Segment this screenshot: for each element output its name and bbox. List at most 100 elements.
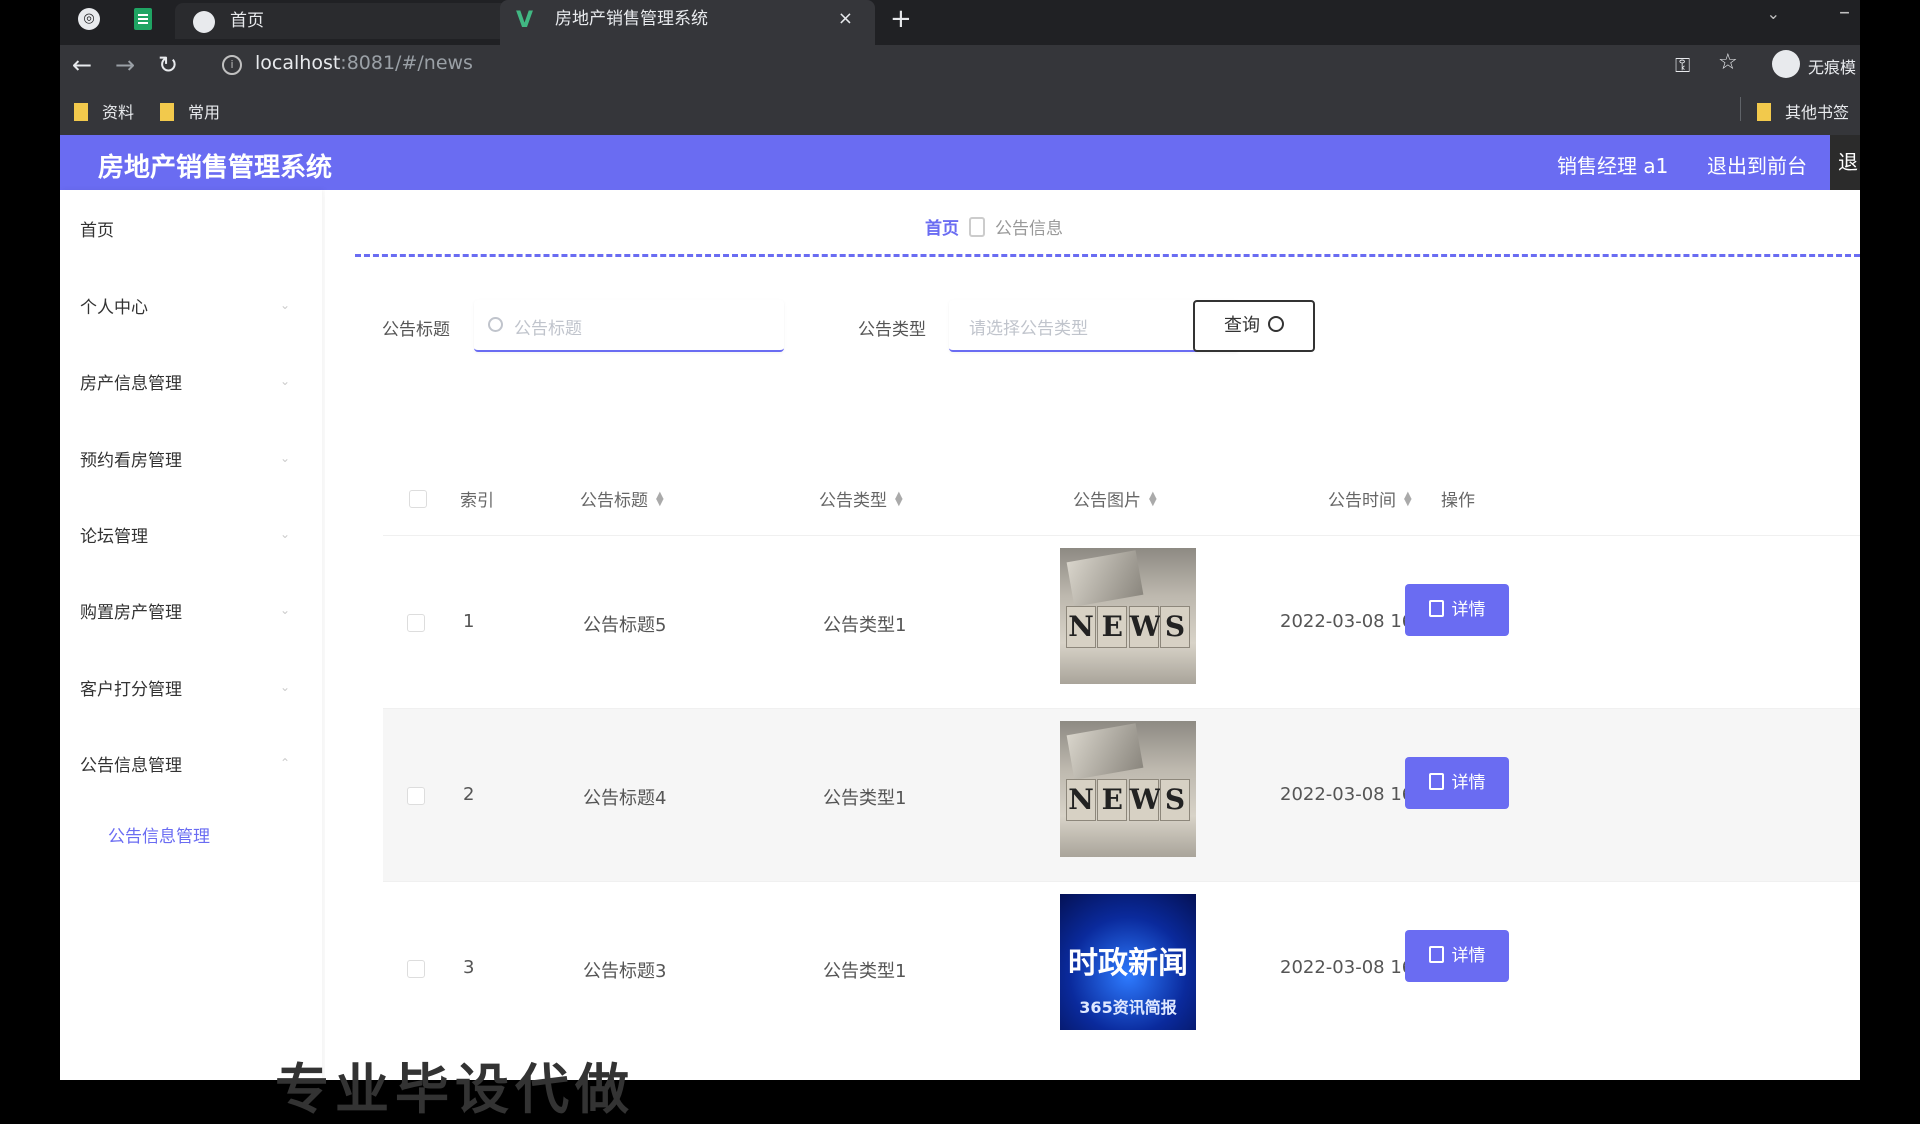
tab-strip: ◎ 首页 × V 房地产销售管理系统 × + ⌄ – [60,0,1860,45]
app-header: 房地产销售管理系统 销售经理 a1 退出到前台 退 [60,135,1860,190]
tab-search-icon[interactable]: ⌄ [1767,4,1780,23]
col-title[interactable]: 公告标题 ▲ ▼ [580,486,664,512]
col-type[interactable]: 公告类型 ▲ ▼ [819,486,903,512]
row-title: 公告标题4 [583,788,667,809]
select-all-checkbox[interactable] [409,490,427,508]
table-header: 索引 公告标题 ▲ ▼ 公告类型 ▲ ▼ 公告图片 ▲ ▼ 公告时间 ▲ ▼ 操作 [383,470,1860,525]
overlay-caption: 专业毕设代做 [275,1058,635,1121]
detail-button[interactable]: 详情 [1405,584,1509,636]
chevron-down-icon: ⌄ [280,298,291,312]
tab-title: 首页 [230,11,264,31]
address-bar[interactable]: i localhost:8081/#/news [210,49,1720,81]
col-time[interactable]: 公告时间 ▲ ▼ [1328,486,1412,512]
app-page: 房地产销售管理系统 销售经理 a1 退出到前台 退 首页 个人中心 ⌄ 房产信息… [60,135,1860,1080]
incognito-icon[interactable] [1772,50,1800,78]
sort-icon[interactable]: ▲ ▼ [1149,491,1157,508]
chevron-down-icon: ⌄ [280,374,291,388]
row-checkbox[interactable] [407,960,425,978]
globe-icon[interactable]: ◎ [78,8,100,30]
incognito-label: 无痕模 [1808,58,1857,77]
current-user: 销售经理 a1 [1557,154,1669,178]
row-title: 公告标题3 [583,961,667,982]
row-index: 3 [463,957,475,978]
table-row: 1 公告标题5 公告类型1 NEWS 2022-03-08 16:35:47 详… [383,535,1860,709]
url-text: localhost:8081/#/news [255,52,473,74]
title-search-input[interactable]: 公告标题 [474,300,784,352]
detail-button[interactable]: 详情 [1405,757,1509,809]
col-image[interactable]: 公告图片 ▲ ▼ [1073,486,1157,512]
bookmark-folder[interactable]: 常用 [160,99,220,123]
globe-icon [193,11,215,33]
col-index: 索引 [460,491,494,511]
bookmarks-bar: 资料 常用 其他书签 [60,85,1860,136]
breadcrumb: 首页 公告信息 [925,214,1063,239]
title-filter-label: 公告标题 [382,320,450,340]
folder-icon [74,103,88,121]
new-tab-button[interactable]: + [890,4,912,34]
row-title: 公告标题5 [583,615,667,636]
main-content: 首页公告信息 公告标题 公告标题 公告类型 请选择公告类型 ⌄ 查询 索引 公告… [325,190,1860,1080]
close-tab-icon[interactable]: × [838,0,853,38]
sidebar-subitem-notice[interactable]: 公告信息管理 [108,822,210,847]
bookmark-star-icon[interactable]: ☆ [1718,50,1738,75]
tab-home[interactable]: 首页 × [175,3,540,39]
query-button[interactable]: 查询 [1193,300,1315,352]
sidebar-item-home[interactable]: 首页 [80,216,114,241]
folder-icon [160,103,174,121]
chevron-down-icon: ⌄ [280,451,291,465]
folder-icon [1757,103,1771,121]
search-icon [1268,316,1284,332]
news-image: NEWS [1060,548,1196,684]
bookmark-folder[interactable]: 资料 [74,99,134,123]
document-icon [1428,773,1444,790]
sort-icon[interactable]: ▲ ▼ [895,491,903,508]
sidebar-item-rating[interactable]: 客户打分管理 [80,675,182,700]
tab-app[interactable]: V 房地产销售管理系统 × [500,0,875,45]
chevron-up-icon: ⌃ [280,756,291,770]
row-type: 公告类型1 [823,615,907,636]
other-bookmarks[interactable]: 其他书签 [1757,99,1849,123]
row-type: 公告类型1 [823,961,907,982]
browser-window: ◎ 首页 × V 房地产销售管理系统 × + ⌄ – ← → ↻ i local… [60,0,1860,1080]
vue-logo-icon: V [516,8,534,33]
row-checkbox[interactable] [407,787,425,805]
sheets-icon[interactable] [134,8,152,30]
sidebar-item-personal-center[interactable]: 个人中心 [80,293,148,318]
reload-icon[interactable]: ↻ [158,51,178,79]
divider [1740,97,1741,121]
document-icon [1428,946,1444,963]
app-title: 房地产销售管理系统 [98,153,333,183]
row-index: 1 [463,611,475,632]
thumb-title: 时政新闻 [1068,946,1188,981]
sort-icon[interactable]: ▲ ▼ [656,491,664,508]
address-toolbar: ← → ↻ i localhost:8081/#/news ⚿ ☆ 无痕模 [60,45,1860,85]
news-image: NEWS [1060,721,1196,857]
sidebar-item-property[interactable]: 房产信息管理 [80,369,182,394]
back-to-front-link[interactable]: 退出到前台 [1707,150,1807,179]
info-icon[interactable]: i [222,55,242,75]
type-filter-label: 公告类型 [858,320,926,340]
sidebar-item-purchase[interactable]: 购置房产管理 [80,598,182,623]
back-icon[interactable]: ← [72,51,92,79]
sort-icon[interactable]: ▲ ▼ [1404,491,1412,508]
sidebar-item-notice[interactable]: 公告信息管理 [80,751,182,776]
row-type: 公告类型1 [823,788,907,809]
newspaper-shape [1066,723,1144,780]
chevron-down-icon: ⌄ [280,680,291,694]
key-icon[interactable]: ⚿ [1675,53,1690,77]
thumb-subtitle: 365资讯简报 [1079,998,1177,1017]
logout-button[interactable]: 退 [1830,135,1860,190]
minimize-icon[interactable]: – [1839,0,1850,25]
chevron-down-icon: ⌄ [280,527,291,541]
politics-news-image: 时政新闻 365资讯简报 [1060,894,1196,1030]
sidebar-item-forum[interactable]: 论坛管理 [80,522,148,547]
sidebar-item-viewing[interactable]: 预约看房管理 [80,446,182,471]
breadcrumb-home[interactable]: 首页 [925,219,959,239]
forward-icon[interactable]: → [115,51,135,79]
tab-title: 房地产销售管理系统 [555,9,708,29]
sidebar: 首页 个人中心 ⌄ 房产信息管理 ⌄ 预约看房管理 ⌄ 论坛管理 ⌄ 购置房产管… [60,190,322,1080]
divider [355,254,1860,257]
detail-button[interactable]: 详情 [1405,930,1509,982]
row-checkbox[interactable] [407,614,425,632]
placeholder: 请选择公告类型 [969,319,1088,339]
